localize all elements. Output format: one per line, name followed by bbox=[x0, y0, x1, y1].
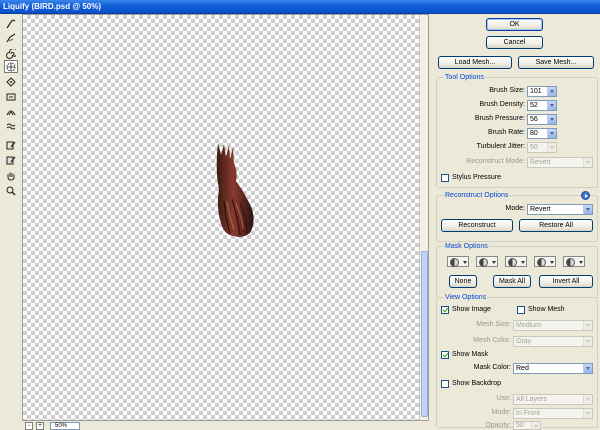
chevron-down-icon bbox=[583, 395, 592, 404]
mesh-size-select: Medium bbox=[513, 320, 593, 331]
preview-canvas[interactable] bbox=[22, 14, 429, 421]
tool-options-title: Tool Options bbox=[444, 74, 485, 81]
brush-density-field[interactable]: 52 bbox=[527, 100, 557, 111]
save-mesh-button[interactable]: Save Mesh... bbox=[518, 56, 594, 69]
pucker-tool-icon[interactable] bbox=[4, 60, 18, 73]
load-mesh-button[interactable]: Load Mesh... bbox=[438, 56, 512, 69]
chevron-down-icon[interactable] bbox=[583, 364, 592, 373]
twirl-tool-icon[interactable] bbox=[4, 47, 18, 60]
reconstruct-button[interactable]: Reconstruct bbox=[441, 219, 513, 232]
view-options-group: View Options Show Image Show Mesh Mesh S… bbox=[436, 294, 598, 430]
stylus-pressure-label: Stylus Pressure bbox=[452, 174, 502, 181]
mask-color-label: Mask Color: bbox=[473, 364, 511, 371]
mask-color-select[interactable]: Red bbox=[513, 363, 593, 374]
chevron-down-icon[interactable] bbox=[547, 129, 556, 138]
freeze-mask-tool-icon[interactable] bbox=[4, 138, 18, 151]
window-title: Liquify (BIRD.psd @ 50%) bbox=[3, 2, 102, 11]
chevron-down-icon[interactable] bbox=[583, 205, 592, 214]
canvas-vertical-scrollbar[interactable] bbox=[419, 15, 428, 420]
stylus-pressure-checkbox[interactable] bbox=[441, 174, 449, 182]
tool-options-group: Tool Options Brush Size: 101 Brush Densi… bbox=[436, 74, 598, 188]
chevron-down-icon bbox=[547, 143, 556, 152]
bird-image bbox=[216, 143, 254, 237]
hand-tool-icon[interactable] bbox=[4, 169, 18, 182]
mesh-size-label: Mesh Size: bbox=[476, 321, 511, 328]
reconstruct-options-title: Reconstruct Options bbox=[444, 192, 510, 199]
chevron-down-icon[interactable] bbox=[547, 101, 556, 110]
reconstruct-mode-select: Revert bbox=[527, 157, 593, 168]
mask-options-group: Mask Options None Mask All Invert All bbox=[436, 243, 598, 298]
zoom-in-button[interactable]: + bbox=[36, 422, 44, 430]
opacity-label: Opacity: bbox=[485, 422, 511, 429]
show-mesh-label: Show Mesh bbox=[528, 306, 565, 313]
chevron-down-icon bbox=[583, 158, 592, 167]
canvas-zoom-bar: - + 50% bbox=[22, 421, 429, 430]
reconstruct-mode-label: Reconstruct Mode: bbox=[466, 158, 525, 165]
invert-all-button[interactable]: Invert All bbox=[539, 275, 593, 288]
show-mask-checkbox[interactable] bbox=[441, 351, 449, 359]
brush-rate-label: Brush Rate: bbox=[488, 129, 525, 136]
brush-rate-field[interactable]: 80 bbox=[527, 128, 557, 139]
options-panel: OK Cancel Load Mesh... Save Mesh... Tool… bbox=[432, 14, 600, 430]
reconstruct-tool-icon[interactable] bbox=[4, 31, 18, 44]
invert-selection-icon[interactable] bbox=[563, 256, 585, 267]
use-label: Use: bbox=[496, 395, 511, 402]
brush-size-label: Brush Size: bbox=[489, 87, 525, 94]
show-backdrop-checkbox[interactable] bbox=[441, 380, 449, 388]
zoom-tool-icon[interactable] bbox=[4, 184, 18, 197]
mode-label: Mode: bbox=[505, 205, 525, 212]
brush-pressure-label: Brush Pressure: bbox=[474, 115, 525, 122]
reconstruct-options-group: Reconstruct Options Mode: Revert Reconst… bbox=[436, 191, 598, 242]
mask-all-button[interactable]: Mask All bbox=[493, 275, 531, 288]
turbulent-jitter-field: 50 bbox=[527, 142, 557, 153]
view-options-title: View Options bbox=[444, 294, 488, 301]
backdrop-mode-label: Mode: bbox=[491, 409, 511, 416]
turbulence-tool-icon[interactable] bbox=[4, 119, 18, 132]
scrollbar-thumb[interactable] bbox=[421, 251, 428, 417]
zoom-out-button[interactable]: - bbox=[25, 422, 33, 430]
forward-warp-tool-icon[interactable] bbox=[4, 17, 18, 30]
mirror-tool-icon[interactable] bbox=[4, 105, 18, 118]
bloat-tool-icon[interactable] bbox=[4, 75, 18, 88]
ok-button[interactable]: OK bbox=[486, 18, 543, 31]
opacity-field: 50 bbox=[513, 421, 541, 430]
show-mask-label: Show Mask bbox=[452, 351, 489, 358]
chevron-down-icon bbox=[531, 422, 540, 429]
brush-density-label: Brush Density: bbox=[479, 101, 525, 108]
window-title-bar: Liquify (BIRD.psd @ 50%) bbox=[0, 0, 600, 14]
show-backdrop-label: Show Backdrop bbox=[452, 380, 502, 387]
use-select: All Layers bbox=[513, 394, 593, 405]
push-left-tool-icon[interactable] bbox=[4, 90, 18, 103]
replace-selection-icon[interactable] bbox=[447, 256, 469, 267]
subtract-from-selection-icon[interactable] bbox=[505, 256, 527, 267]
mesh-color-select: Gray bbox=[513, 336, 593, 347]
turbulent-jitter-label: Turbulent Jitter: bbox=[476, 143, 525, 150]
chevron-down-icon[interactable] bbox=[547, 87, 556, 96]
add-to-selection-icon[interactable] bbox=[476, 256, 498, 267]
transparency-grid[interactable] bbox=[23, 15, 419, 420]
tool-panel bbox=[0, 14, 22, 430]
zoom-level-field[interactable]: 50% bbox=[50, 422, 80, 430]
brush-size-field[interactable]: 101 bbox=[527, 86, 557, 97]
chevron-down-icon bbox=[583, 337, 592, 346]
expand-arrow-icon[interactable] bbox=[581, 191, 590, 200]
show-image-label: Show Image bbox=[452, 306, 491, 313]
mask-none-button[interactable]: None bbox=[449, 275, 477, 288]
intersect-selection-icon[interactable] bbox=[534, 256, 556, 267]
thaw-mask-tool-icon[interactable] bbox=[4, 153, 18, 166]
restore-all-button[interactable]: Restore All bbox=[519, 219, 593, 232]
show-mesh-checkbox[interactable] bbox=[517, 306, 525, 314]
chevron-down-icon bbox=[583, 409, 592, 418]
chevron-down-icon[interactable] bbox=[547, 115, 556, 124]
cancel-button[interactable]: Cancel bbox=[486, 36, 543, 49]
reconstruct-mode-dropdown[interactable]: Revert bbox=[527, 204, 593, 215]
mesh-color-label: Mesh Color: bbox=[473, 337, 511, 344]
show-image-checkbox[interactable] bbox=[441, 306, 449, 314]
brush-pressure-field[interactable]: 56 bbox=[527, 114, 557, 125]
chevron-down-icon bbox=[583, 321, 592, 330]
mask-options-title: Mask Options bbox=[444, 243, 489, 250]
backdrop-mode-select: In Front bbox=[513, 408, 593, 419]
